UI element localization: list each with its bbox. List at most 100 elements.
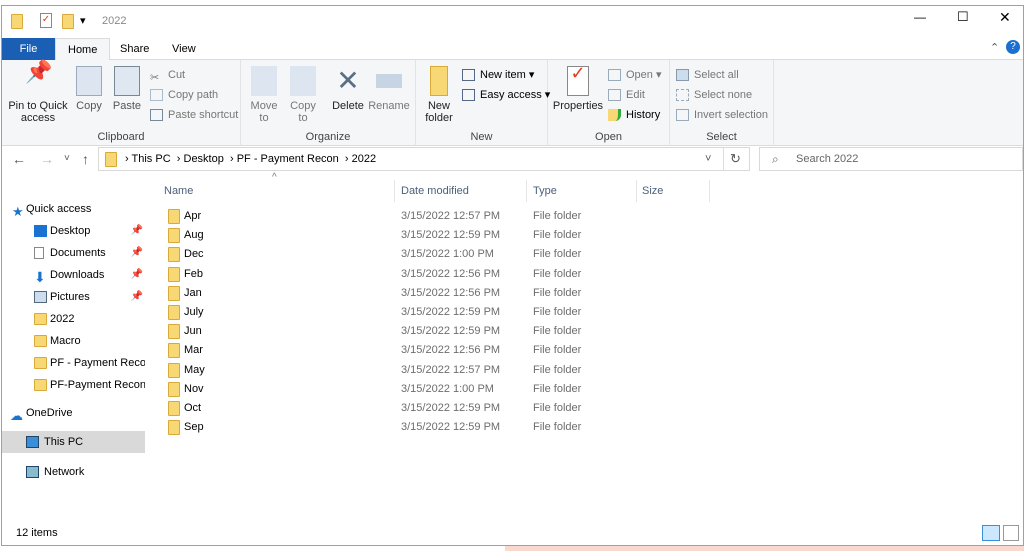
history-label: History [626, 109, 661, 121]
sidebar-this-pc[interactable]: This PC [2, 431, 145, 453]
file-row[interactable]: Aug 3/15/2022 12:59 PM File folder [162, 226, 722, 245]
copy-button[interactable]: Copy [72, 66, 106, 112]
paste-button[interactable]: Paste [110, 66, 144, 112]
file-type: File folder [533, 363, 582, 376]
folder-icon [168, 247, 180, 263]
file-row[interactable]: July 3/15/2022 12:59 PM File folder [162, 303, 722, 322]
address-dropdown-icon[interactable]: ˅ [705, 153, 711, 165]
label: PF-Payment Recon [50, 379, 145, 391]
properties-icon[interactable]: ✓ [40, 13, 52, 28]
sidebar-item-2022[interactable]: 2022 [2, 308, 145, 330]
move-to-button[interactable]: Move to [247, 66, 281, 124]
paste-shortcut-button[interactable]: Paste shortcut [150, 106, 238, 124]
select-all-button[interactable]: Select all [676, 66, 739, 84]
refresh-icon[interactable]: ↻ [730, 151, 741, 167]
file-row[interactable]: Sep 3/15/2022 12:59 PM File folder [162, 418, 722, 437]
file-date: 3/15/2022 1:00 PM [401, 382, 494, 395]
open-button[interactable]: Open ▾ [608, 66, 662, 84]
forward-button[interactable]: → [40, 147, 54, 171]
file-row[interactable]: Oct 3/15/2022 12:59 PM File folder [162, 399, 722, 418]
breadcrumb-desktop[interactable]: Desktop [184, 153, 224, 165]
file-row[interactable]: Apr 3/15/2022 12:57 PM File folder [162, 207, 722, 226]
desktop-icon [34, 225, 47, 237]
tab-file[interactable]: File [2, 38, 55, 60]
invert-selection-button[interactable]: Invert selection [676, 106, 768, 124]
column-separator[interactable] [526, 180, 527, 202]
sidebar-item-pf-payment-recon[interactable]: PF - Payment Recon [2, 352, 145, 374]
new-folder-icon[interactable] [62, 14, 74, 29]
column-header-type[interactable]: Type [533, 180, 557, 202]
search-input[interactable]: ⌕ Search 2022 [759, 147, 1023, 171]
file-name: Jun [184, 325, 202, 338]
breadcrumb-this-pc[interactable]: This PC [132, 153, 171, 165]
file-row[interactable]: Mar 3/15/2022 12:56 PM File folder [162, 341, 722, 360]
tab-home[interactable]: Home [55, 38, 111, 61]
folder-icon [168, 362, 180, 378]
minimize-button[interactable]: — [914, 10, 926, 24]
sidebar-quick-access[interactable]: ★ Quick access [0, 198, 145, 220]
sidebar-item-downloads[interactable]: ⬇ Downloads 📌 [2, 264, 145, 286]
large-icons-view-button[interactable] [1003, 525, 1019, 541]
column-separator[interactable] [636, 180, 637, 202]
tab-share[interactable]: Share [108, 38, 161, 60]
rename-button[interactable]: Rename [367, 66, 411, 112]
file-type: File folder [533, 402, 582, 414]
clipboard-icon [114, 66, 140, 96]
title-bar: ✓ ▾ 2022 — ☐ ✕ [2, 6, 1023, 38]
sidebar-onedrive[interactable]: ☁ OneDrive [0, 402, 145, 424]
column-header-date-modified[interactable]: Date modified [401, 180, 469, 202]
edit-button[interactable]: Edit [608, 86, 645, 104]
maximize-button[interactable]: ☐ [957, 9, 969, 25]
column-header-size[interactable]: Size [642, 180, 663, 202]
select-none-button[interactable]: Select none [676, 86, 752, 104]
cut-button[interactable]: ✂ Cut [150, 66, 185, 84]
back-button[interactable]: ← [12, 147, 26, 171]
file-row[interactable]: May 3/15/2022 12:57 PM File folder [162, 361, 722, 380]
file-row[interactable]: Dec 3/15/2022 1:00 PM File folder [162, 245, 722, 264]
new-folder-button[interactable]: New folder [422, 66, 456, 124]
expand-ribbon-icon[interactable]: ⌃ [990, 41, 999, 54]
file-row[interactable]: Feb 3/15/2022 12:56 PM File folder [162, 265, 722, 284]
help-icon[interactable]: ? [1006, 40, 1020, 54]
up-button[interactable]: ↑ [82, 147, 89, 171]
folder-icon [34, 313, 47, 325]
label: Desktop [50, 225, 91, 237]
copy-path-button[interactable]: Copy path [150, 86, 218, 104]
file-row[interactable]: Nov 3/15/2022 1:00 PM File folder [162, 380, 722, 399]
sidebar-item-desktop[interactable]: Desktop 📌 [2, 220, 145, 242]
sidebar-item-pictures[interactable]: Pictures 📌 [2, 286, 145, 308]
sidebar-item-pf-payment-recon-2[interactable]: PF-Payment Recon [2, 374, 145, 396]
history-button[interactable]: History [608, 106, 660, 124]
sidebar-item-macro[interactable]: Macro [2, 330, 145, 352]
sidebar-item-documents[interactable]: Documents 📌 [2, 242, 145, 264]
close-button[interactable]: ✕ [999, 9, 1011, 26]
recent-locations-button[interactable]: ˅ [64, 147, 70, 171]
breadcrumb-2022[interactable]: 2022 [352, 153, 376, 165]
address-bar[interactable]: › This PC › Desktop › PF - Payment Recon… [98, 147, 750, 171]
delete-button[interactable]: ✕ Delete [331, 66, 365, 113]
sidebar-network[interactable]: Network [2, 461, 145, 483]
easy-access-button[interactable]: Easy access ▾ [462, 86, 550, 104]
copy-to-button[interactable]: Copy to [285, 66, 321, 124]
new-item-button[interactable]: New item ▾ [462, 66, 534, 84]
customize-toolbar-icon[interactable]: ▾ [80, 14, 86, 27]
file-type: File folder [533, 229, 582, 242]
properties-button[interactable]: ✓ Properties [552, 64, 604, 112]
tab-view[interactable]: View [160, 38, 208, 60]
file-row[interactable]: Jun 3/15/2022 12:59 PM File folder [162, 322, 722, 341]
label: This PC [44, 436, 84, 448]
paste-shortcut-icon [150, 109, 163, 121]
cut-label: Cut [168, 69, 186, 81]
column-header-name[interactable]: Name [164, 180, 193, 202]
file-row[interactable]: Jan 3/15/2022 12:56 PM File folder [162, 284, 722, 303]
details-view-button[interactable] [982, 525, 1000, 541]
breadcrumb-pf-payment-recon[interactable]: PF - Payment Recon [237, 153, 339, 165]
column-separator[interactable] [394, 180, 395, 202]
folder-icon [105, 152, 117, 167]
file-name: July [184, 306, 204, 318]
computer-icon [26, 436, 39, 448]
folder-icon [168, 305, 180, 320]
column-separator[interactable] [709, 180, 710, 202]
pin-quick-access-button[interactable]: 📌 Pin to Quick access [6, 61, 70, 125]
folder-icon [168, 285, 180, 301]
